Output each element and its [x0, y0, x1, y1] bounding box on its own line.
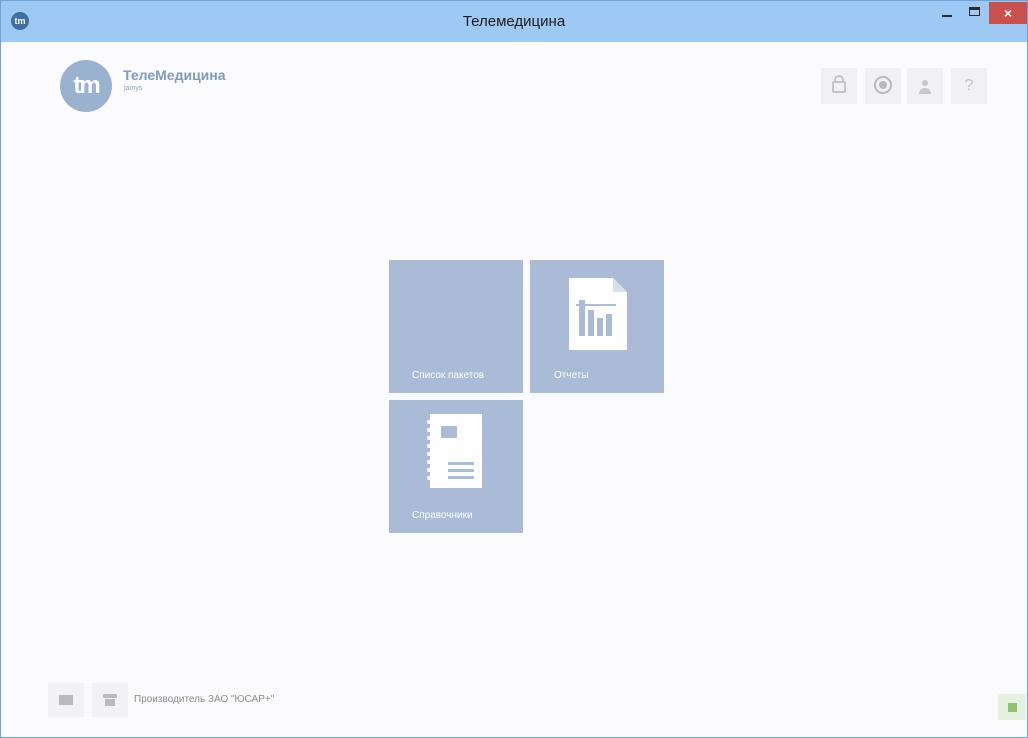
tile-reports[interactable]: Отчеты [530, 260, 664, 393]
report-chart-icon [569, 278, 627, 350]
app-window: tm Телемедицина × tm ТелеМедицина jamys … [0, 0, 1028, 738]
close-button[interactable]: × [989, 2, 1027, 24]
phone-icon [103, 694, 117, 706]
settings-button[interactable] [865, 68, 901, 104]
minimize-icon [942, 15, 952, 17]
manufacturer-text: Производитель ЗАО "ЮСАР+" [134, 694, 275, 705]
lock-button[interactable] [821, 68, 857, 104]
tile-packet-list[interactable]: Список пакетов [389, 260, 523, 393]
maximize-icon [969, 7, 980, 16]
maximize-button[interactable] [963, 2, 989, 24]
help-icon: ? [964, 77, 974, 94]
title-bar[interactable]: tm Телемедицина × [1, 1, 1027, 42]
lock-icon [832, 75, 846, 93]
mail-icon [59, 695, 73, 705]
tile-label: Отчеты [554, 370, 589, 381]
brand-subtitle: jamys [124, 85, 143, 92]
help-button[interactable]: ? [951, 68, 987, 104]
minimize-button[interactable] [933, 2, 961, 24]
tile-references[interactable]: Справочники [389, 400, 523, 533]
brand-logo: tm [60, 60, 112, 112]
mail-button[interactable] [48, 683, 84, 717]
gear-icon [874, 76, 892, 94]
user-icon [918, 80, 932, 94]
brand-name: ТелеМедицина [123, 67, 226, 83]
phone-button[interactable] [92, 683, 128, 717]
user-button[interactable] [907, 68, 943, 104]
notebook-icon [427, 414, 482, 488]
status-indicator [998, 694, 1026, 720]
status-indicator-icon [1008, 703, 1017, 712]
window-title: Телемедицина [462, 13, 566, 30]
tile-label: Список пакетов [412, 370, 485, 381]
tile-label: Справочники [412, 510, 473, 521]
